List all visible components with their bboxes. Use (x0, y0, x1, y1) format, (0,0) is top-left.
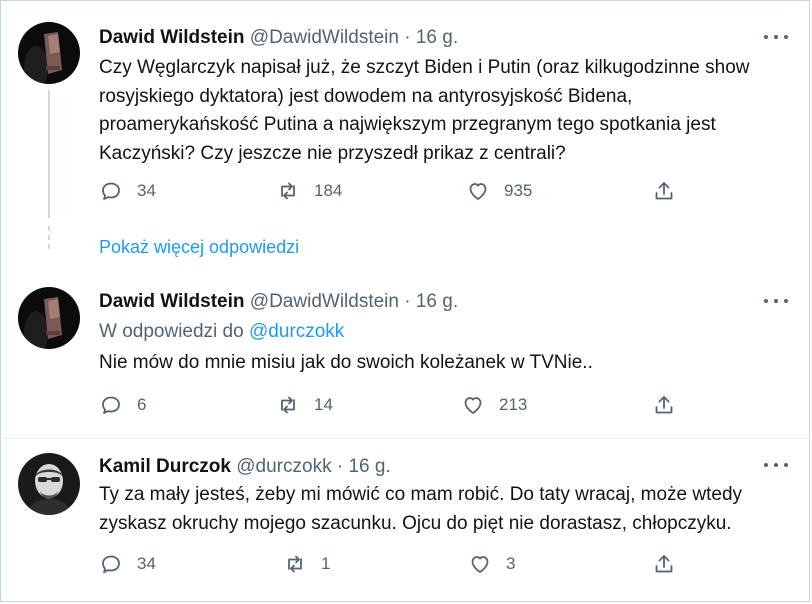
share-button[interactable] (652, 179, 676, 203)
timestamp[interactable]: 16 g. (348, 456, 390, 477)
retweet-icon (281, 182, 295, 200)
author-name[interactable]: Dawid Wildstein (99, 27, 245, 48)
like-count: 935 (504, 181, 533, 200)
tweet-header: Kamil Durczok @durczokk · 16 g. (99, 455, 391, 479)
share-icon (655, 396, 673, 414)
separator: · (404, 27, 411, 48)
share-icon (655, 182, 673, 200)
tweet-text: Nie mów do mnie misiu jak do swoich kole… (99, 352, 593, 373)
thread-gap-dots (48, 226, 50, 253)
author-handle[interactable]: @durczokk (236, 456, 331, 477)
reply-button[interactable]: 34 (99, 179, 156, 203)
more-icon[interactable] (764, 459, 788, 471)
tweet-actions: 6 14 213 (99, 393, 699, 417)
reply-context: W odpowiedzi do @durczokk (99, 320, 344, 344)
reply-icon (102, 396, 120, 414)
retweet-count: 184 (314, 181, 343, 200)
avatar-dawid-wildstein[interactable] (18, 287, 80, 349)
share-icon (655, 555, 673, 573)
timestamp[interactable]: 16 g. (416, 27, 458, 48)
tweet-header: Dawid Wildstein @DawidWildstein · 16 g. (99, 290, 458, 314)
more-icon[interactable] (764, 295, 788, 307)
reply-context-label: W odpowiedzi do (99, 321, 244, 342)
retweet-icon (288, 555, 302, 573)
share-button[interactable] (652, 393, 676, 417)
tweet-actions: 34 1 3 (99, 552, 699, 576)
heart-icon (469, 183, 487, 200)
tweet-text: Czy Węglarczyk napisał już, że szczyt Bi… (99, 57, 750, 164)
like-button[interactable]: 935 (466, 179, 532, 203)
reply-button[interactable]: 6 (99, 393, 146, 417)
like-count: 3 (506, 554, 516, 573)
retweet-button[interactable]: 184 (276, 179, 342, 203)
author-name[interactable]: Dawid Wildstein (99, 291, 245, 312)
author-name[interactable]: Kamil Durczok (99, 456, 231, 477)
reply-mention-link[interactable]: @durczokk (249, 321, 344, 342)
retweet-icon (281, 396, 295, 414)
retweet-count: 14 (314, 395, 333, 414)
reply-count: 6 (137, 395, 147, 414)
retweet-count: 1 (321, 554, 331, 573)
heart-icon (464, 397, 482, 414)
more-icon[interactable] (764, 31, 788, 43)
like-button[interactable]: 213 (461, 393, 527, 417)
thread-line (48, 90, 50, 218)
reply-icon (102, 555, 120, 573)
tweet-header: Dawid Wildstein @DawidWildstein · 16 g. (99, 26, 458, 50)
retweet-button[interactable]: 1 (283, 552, 330, 576)
reply-count: 34 (137, 181, 156, 200)
timestamp[interactable]: 16 g. (416, 291, 458, 312)
heart-icon (471, 556, 489, 573)
separator: · (404, 291, 411, 312)
avatar-dawid-wildstein[interactable] (18, 22, 80, 84)
author-handle[interactable]: @DawidWildstein (250, 27, 399, 48)
separator: · (336, 456, 344, 477)
like-button[interactable]: 3 (468, 552, 515, 576)
reply-icon (102, 182, 120, 200)
share-button[interactable] (652, 552, 676, 576)
tweet-actions: 34 184 935 (99, 179, 699, 203)
avatar-kamil-durczok[interactable] (18, 453, 80, 515)
reply-count: 34 (137, 554, 156, 573)
retweet-button[interactable]: 14 (276, 393, 333, 417)
like-count: 213 (499, 395, 528, 414)
reply-button[interactable]: 34 (99, 552, 156, 576)
show-more-replies-link[interactable]: Pokaż więcej odpowiedzi (99, 235, 299, 259)
tweet-text: Ty za mały jesteś, żeby mi mówić co mam … (99, 484, 743, 534)
author-handle[interactable]: @DawidWildstein (250, 291, 399, 312)
divider (0, 438, 810, 439)
